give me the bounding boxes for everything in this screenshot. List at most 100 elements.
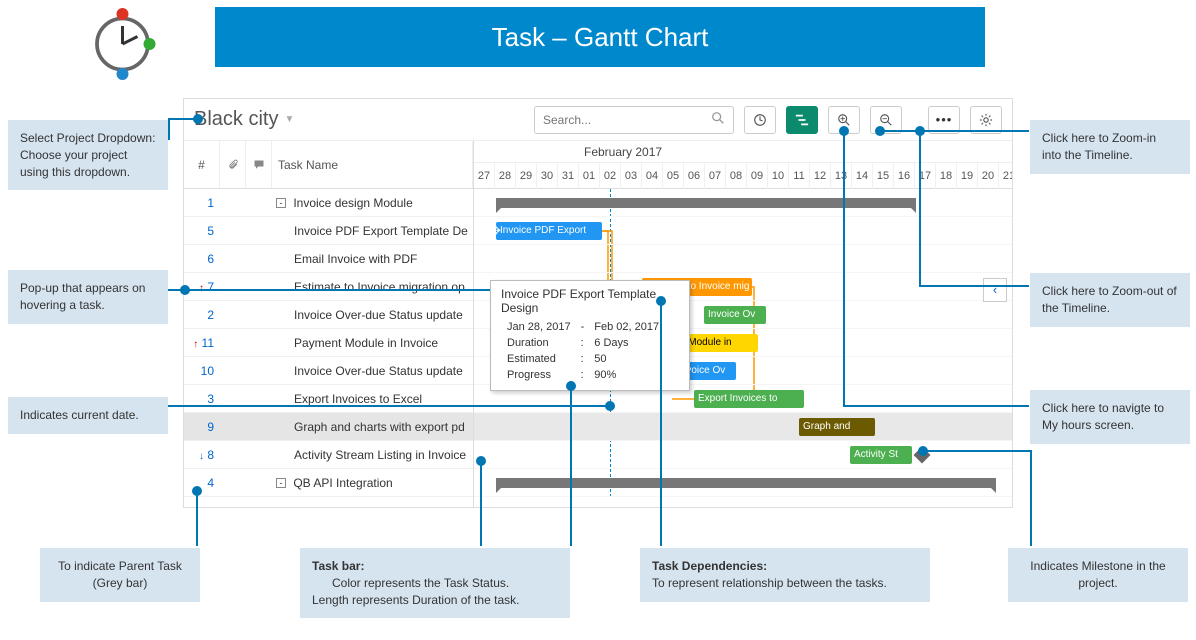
timeline-day: 03 [621, 163, 642, 189]
timeline-month: February 2017 [474, 141, 1012, 163]
search-input-wrap[interactable] [534, 106, 734, 134]
task-name: Activity Stream Listing in Invoice [272, 448, 473, 462]
timeline-day: 10 [768, 163, 789, 189]
annotation-current: Indicates current date. [8, 397, 168, 434]
task-bar[interactable]: Graph and [799, 418, 875, 436]
timeline-day: 06 [684, 163, 705, 189]
timeline-day: 04 [642, 163, 663, 189]
task-num: 4 [184, 476, 220, 490]
timeline-row [474, 245, 1012, 273]
more-icon: ••• [936, 112, 953, 127]
page-title: Task – Gantt Chart [215, 7, 985, 67]
task-name: - QB API Integration [272, 476, 473, 490]
annotation-zoom-in: Click here to Zoom-in into the Timeline. [1030, 120, 1190, 174]
annotation-dropdown: Select Project Dropdown: Choose your pro… [8, 120, 168, 190]
timeline-row: Invoice PDF Export ✥ [474, 217, 1012, 245]
timeline-day: 11 [789, 163, 810, 189]
task-name: Payment Module in Invoice [272, 336, 473, 350]
task-row[interactable]: 5 Invoice PDF Export Template De [184, 217, 473, 245]
timeline-row [474, 189, 1012, 217]
col-comment-icon [246, 141, 272, 188]
expand-icon[interactable]: - [276, 478, 286, 488]
annotation-my-hours: Click here to navigte to My hours screen… [1030, 390, 1190, 444]
col-attachment-icon [220, 141, 246, 188]
task-name: Graph and charts with export pd [272, 420, 473, 434]
task-num: 9 [184, 420, 220, 434]
dropdown-caret-icon: ▼ [284, 114, 294, 125]
col-task-name: Task Name [272, 141, 473, 188]
task-name: Export Invoices to Excel [272, 392, 473, 406]
move-icon: ✥ [490, 223, 501, 239]
task-row[interactable]: ↑ 7Estimate to Invoice migration op [184, 273, 473, 301]
expand-icon[interactable]: - [276, 198, 286, 208]
gear-icon [979, 113, 993, 127]
task-name: Invoice Over-due Status update [272, 308, 473, 322]
timeline-day: 07 [705, 163, 726, 189]
task-row[interactable]: 3 Export Invoices to Excel [184, 385, 473, 413]
task-name: Email Invoice with PDF [272, 252, 473, 266]
timeline-day: 18 [936, 163, 957, 189]
timeline-day: 02 [600, 163, 621, 189]
task-bar[interactable]: Invoice Ov [704, 306, 766, 324]
timeline-day: 16 [894, 163, 915, 189]
timeline-day: 15 [873, 163, 894, 189]
timeline-day: 09 [747, 163, 768, 189]
timeline-day: 30 [537, 163, 558, 189]
task-num: 2 [184, 308, 220, 322]
timeline-day: 08 [726, 163, 747, 189]
annotation-popup: Pop-up that appears on hovering a task. [8, 270, 168, 324]
toolbar: Black city ▼ ••• [184, 99, 1012, 141]
timeline-day: 12 [810, 163, 831, 189]
task-num: 6 [184, 252, 220, 266]
timeline-row: Graph and [474, 413, 1012, 441]
my-hours-button[interactable] [744, 106, 776, 134]
timeline-header: February 2017 27282930310102030405060708… [474, 141, 1012, 189]
task-row[interactable]: ↑ 11 Payment Module in Invoice [184, 329, 473, 357]
timeline-day: 01 [579, 163, 600, 189]
search-icon[interactable] [711, 111, 725, 128]
task-bar[interactable]: Activity St [850, 446, 912, 464]
annotation-parent: To indicate Parent Task (Grey bar) [40, 548, 200, 602]
task-row[interactable]: 6 Email Invoice with PDF [184, 245, 473, 273]
timeline-day: 21 [999, 163, 1012, 189]
timeline-day: 13 [831, 163, 852, 189]
task-num: 3 [184, 392, 220, 406]
project-name-label: Black city [194, 108, 278, 131]
timeline-day: 05 [663, 163, 684, 189]
task-row[interactable]: 2 Invoice Over-due Status update [184, 301, 473, 329]
annotation-zoom-out: Click here to Zoom-out of the Timeline. [1030, 273, 1190, 327]
task-name: - Invoice design Module [272, 196, 473, 210]
scroll-left-button[interactable]: ‹ [983, 278, 1007, 302]
task-bar[interactable]: Invoice PDF Export [496, 222, 602, 240]
timeline-day: 31 [558, 163, 579, 189]
task-row[interactable]: ↓ 8 Activity Stream Listing in Invoice [184, 441, 473, 469]
task-row[interactable]: 1 - Invoice design Module [184, 189, 473, 217]
project-dropdown[interactable]: Black city ▼ [194, 108, 294, 131]
task-name: Invoice Over-due Status update [272, 364, 473, 378]
timeline-day: 27 [474, 163, 495, 189]
task-list-header: # Task Name [184, 141, 473, 189]
parent-bar[interactable] [496, 198, 916, 208]
gantt-view-button[interactable] [786, 106, 818, 134]
task-row[interactable]: 10 Invoice Over-due Status update [184, 357, 473, 385]
task-name: Invoice PDF Export Template De [272, 224, 473, 238]
timeline-day: 19 [957, 163, 978, 189]
timeline-day: 14 [852, 163, 873, 189]
task-num: 1 [184, 196, 220, 210]
col-num: # [184, 141, 220, 188]
task-bar[interactable]: Export Invoices to [694, 390, 804, 408]
timeline-day: 20 [978, 163, 999, 189]
task-num: 5 [184, 224, 220, 238]
task-row[interactable]: 9 Graph and charts with export pd [184, 413, 473, 441]
task-list: # Task Name 1 - Invoice design Module 5 Inv… [184, 141, 474, 507]
task-num: ↑ 11 [184, 336, 220, 350]
task-row[interactable]: 4 - QB API Integration [184, 469, 473, 497]
tooltip-title: Invoice PDF Export Template Design [501, 287, 679, 315]
clock-icon [753, 113, 767, 127]
gantt-icon [795, 113, 809, 127]
annotation-deps: Task Dependencies: To represent relation… [640, 548, 930, 602]
task-num: ↓ 8 [184, 448, 220, 462]
search-input[interactable] [543, 113, 711, 127]
timeline-row: Activity St [474, 441, 1012, 469]
task-num: 10 [184, 364, 220, 378]
